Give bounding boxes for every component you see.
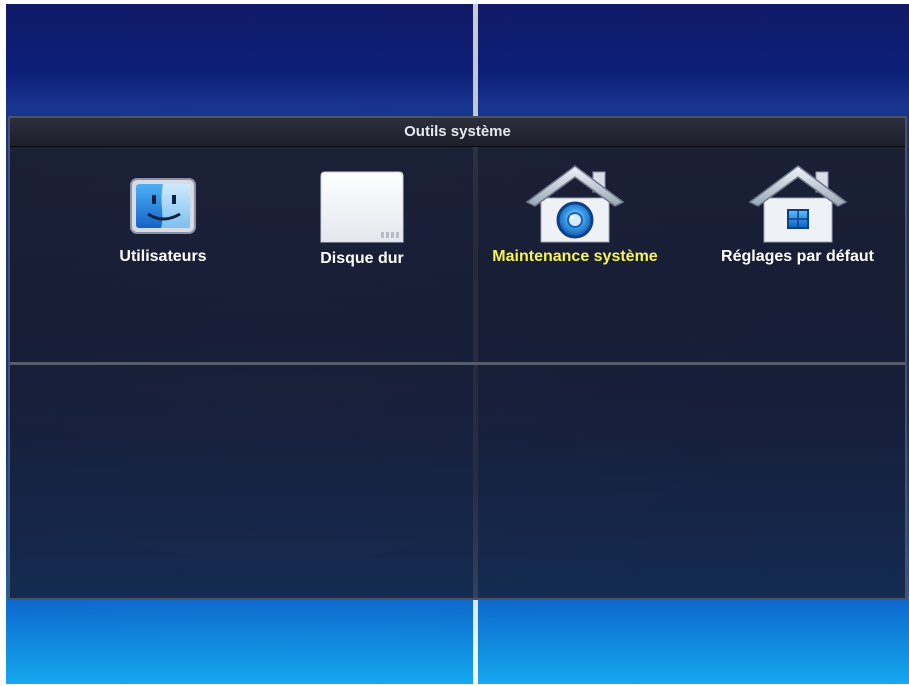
users-finder-icon: [128, 176, 198, 238]
menu-item-label: Maintenance système: [492, 248, 658, 265]
dialog-title-bar: Outils système: [10, 118, 905, 147]
grid-divider-horizontal: [10, 362, 905, 365]
menu-item-system-maintenance[interactable]: Maintenance système: [460, 165, 690, 266]
hard-disk-icon: [317, 166, 407, 248]
menu-item-default-settings[interactable]: Réglages par défaut: [690, 165, 905, 266]
tv-screen: Outils système Utilisateurs Disque dur M…: [6, 4, 909, 684]
menu-item-label: Réglages par défaut: [721, 248, 874, 265]
house-default-icon: [746, 162, 850, 244]
menu-item-label: Disque dur: [320, 250, 404, 267]
menu-item-label: Utilisateurs: [119, 248, 207, 265]
house-maintenance-icon: [523, 162, 627, 244]
dialog-title: Outils système: [404, 123, 511, 140]
menu-item-hard-disk[interactable]: Disque dur: [282, 171, 442, 268]
menu-item-users[interactable]: Utilisateurs: [88, 176, 238, 266]
system-tools-dialog: Outils système Utilisateurs Disque dur M…: [8, 116, 907, 600]
